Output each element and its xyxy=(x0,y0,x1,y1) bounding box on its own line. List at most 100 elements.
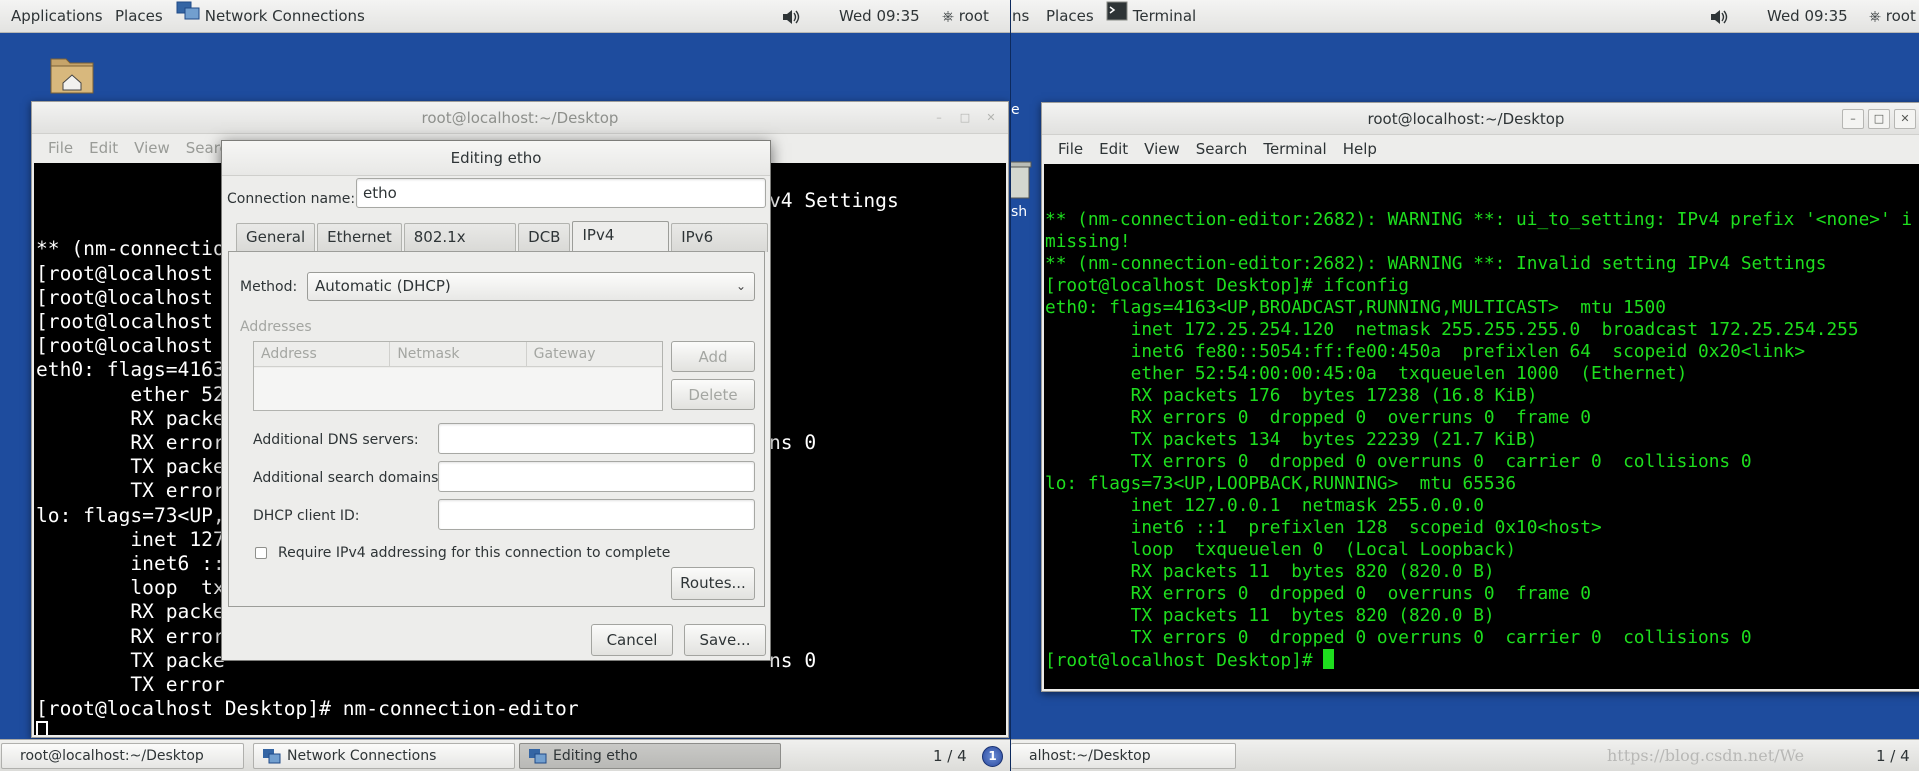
terminal-left-fragment: ns 0 xyxy=(769,431,817,454)
active-window-menu[interactable]: Terminal xyxy=(1106,0,1196,33)
tab-8021x-security[interactable]: 802.1x Security xyxy=(403,223,517,273)
routes-button[interactable]: Routes... xyxy=(671,567,755,600)
watermark-text: https://blog.csdn.net/We xyxy=(1607,746,1805,765)
task-network-connections-label: Network Connections xyxy=(287,748,437,764)
search-domains-input[interactable] xyxy=(438,461,755,492)
cancel-button[interactable]: Cancel xyxy=(591,624,673,656)
task-editing-etho-label: Editing etho xyxy=(553,748,638,764)
applications-menu-fragment[interactable]: ns xyxy=(1012,0,1029,33)
maximize-button[interactable]: □ xyxy=(954,108,976,128)
menu-view[interactable]: View xyxy=(1136,135,1188,164)
menu-edit[interactable]: Edit xyxy=(1091,135,1136,164)
terminal-right-line: TX errors 0 dropped 0 overruns 0 carrier… xyxy=(1045,451,1752,472)
terminal-right-line: missing! xyxy=(1045,231,1131,252)
terminal-right-line: TX errors 0 dropped 0 overruns 0 carrier… xyxy=(1045,627,1752,648)
addresses-label: Addresses xyxy=(240,319,312,335)
user-menu[interactable]: ⎈ root xyxy=(1869,0,1916,33)
pager-icon[interactable]: 1 xyxy=(982,746,1003,767)
addresses-table[interactable]: Address Netmask Gateway xyxy=(253,341,663,411)
menu-edit[interactable]: Edit xyxy=(81,134,126,163)
terminal-title: root@localhost:~/Desktop xyxy=(421,109,619,127)
top-panel-left: Applications Places Network Connections … xyxy=(0,0,1010,33)
ipv4-settings-panel: Method: Automatic (DHCP) ⌄ Addresses Add… xyxy=(228,251,765,607)
save-button[interactable]: Save... xyxy=(684,624,766,656)
terminal-cursor xyxy=(36,721,48,735)
menu-help[interactable]: Help xyxy=(1335,135,1385,164)
task-editing-etho[interactable]: Editing etho xyxy=(519,743,781,769)
tab-ethernet[interactable]: Ethernet xyxy=(317,223,402,252)
menu-file[interactable]: File xyxy=(40,134,81,163)
require-ipv4-checkbox[interactable] xyxy=(255,547,267,559)
workspace-pager[interactable]: 1 / 4 xyxy=(933,740,967,771)
connection-name-label: Connection name: xyxy=(227,191,356,207)
require-ipv4-label[interactable]: Require IPv4 addressing for this connect… xyxy=(278,539,670,567)
user-menu[interactable]: ⎈ root xyxy=(942,0,989,33)
tab-ipv6-settings[interactable]: IPv6 Settings xyxy=(671,223,768,273)
workspace-pager[interactable]: 1 / 4 xyxy=(1876,740,1910,771)
column-address[interactable]: Address xyxy=(254,342,391,367)
terminal-titlebar[interactable]: root@localhost:~/Desktop – □ ✕ xyxy=(32,102,1008,134)
active-window-title: Network Connections xyxy=(204,7,365,25)
menu-file[interactable]: File xyxy=(1050,135,1091,164)
top-panel-right: ns Places Terminal Wed 09:35 ⎈ root xyxy=(1011,0,1919,33)
tab-dcb[interactable]: DCB xyxy=(518,223,571,252)
terminal-menubar: File Edit View Search Terminal Help xyxy=(1042,135,1919,164)
terminal-titlebar[interactable]: root@localhost:~/Desktop – □ ✕ xyxy=(1042,103,1919,135)
connection-name-input[interactable]: etho xyxy=(356,178,766,208)
terminal-right-line: inet 172.25.254.120 netmask 255.255.255.… xyxy=(1045,319,1859,340)
terminal-output-right[interactable]: ** (nm-connection-editor:2682): WARNING … xyxy=(1044,164,1919,689)
task-terminal[interactable]: root@localhost:~/Desktop xyxy=(1,743,244,769)
menu-terminal[interactable]: Terminal xyxy=(1255,135,1334,164)
places-menu[interactable]: Places xyxy=(1046,0,1094,33)
dialog-title[interactable]: Editing etho xyxy=(222,141,770,176)
volume-icon[interactable] xyxy=(782,0,800,33)
delete-address-button[interactable]: Delete xyxy=(671,379,755,410)
tab-general[interactable]: General xyxy=(236,223,316,252)
method-label: Method: xyxy=(240,279,298,295)
terminal-right-line: lo: flags=73<UP,LOOPBACK,RUNNING> mtu 65… xyxy=(1045,473,1517,494)
addresses-table-header: Address Netmask Gateway xyxy=(254,342,662,367)
menu-view[interactable]: View xyxy=(126,134,178,163)
dns-servers-input[interactable] xyxy=(438,423,755,454)
add-address-button[interactable]: Add xyxy=(671,341,755,372)
terminal-right-line: TX packets 134 bytes 22239 (21.7 KiB) xyxy=(1045,429,1538,450)
active-window-menu[interactable]: Network Connections xyxy=(176,0,365,33)
method-dropdown[interactable]: Automatic (DHCP) ⌄ xyxy=(307,272,755,301)
terminal-left-fragment: v4 Settings xyxy=(769,189,899,212)
clock[interactable]: Wed 09:35 xyxy=(839,0,920,33)
editing-connection-dialog: Editing etho Connection name: etho Gener… xyxy=(221,140,771,661)
task-network-connections[interactable]: Network Connections xyxy=(253,743,515,769)
addresses-table-body[interactable] xyxy=(254,368,662,410)
user-name: root xyxy=(1885,7,1916,25)
clock[interactable]: Wed 09:35 xyxy=(1767,0,1848,33)
home-folder-icon[interactable] xyxy=(49,53,95,99)
terminal-window-right: root@localhost:~/Desktop – □ ✕ File Edit… xyxy=(1041,102,1919,692)
trash-icon[interactable] xyxy=(1011,160,1033,204)
column-netmask[interactable]: Netmask xyxy=(390,342,527,367)
terminal-left-line: [root@localhost Desktop]# nm-connection-… xyxy=(36,697,579,721)
taskbar-left: root@localhost:~/Desktop Network Connect… xyxy=(0,739,1010,771)
menu-search[interactable]: Search xyxy=(1188,135,1256,164)
settings-tabs: General Ethernet 802.1x Security DCB IPv… xyxy=(236,221,770,273)
minimize-button[interactable]: – xyxy=(928,108,950,128)
applications-menu[interactable]: Applications xyxy=(11,0,103,33)
terminal-right-line: inet 127.0.0.1 netmask 255.0.0.0 xyxy=(1045,495,1484,516)
terminal-right-line: RX errors 0 dropped 0 overruns 0 frame 0 xyxy=(1045,407,1591,428)
maximize-button[interactable]: □ xyxy=(1868,109,1890,129)
minimize-button[interactable]: – xyxy=(1842,109,1864,129)
dhcp-client-id-input[interactable] xyxy=(438,499,755,530)
task-terminal-fragment[interactable]: alhost:~/Desktop xyxy=(1011,743,1236,769)
shell-prompt: [root@localhost Desktop]# xyxy=(1045,650,1324,671)
close-button[interactable]: ✕ xyxy=(1894,109,1916,129)
terminal-right-line: ether 52:54:00:00:45:0a txqueuelen 1000 … xyxy=(1045,363,1688,384)
tab-ipv4-settings[interactable]: IPv4 Settings xyxy=(572,221,670,271)
places-menu[interactable]: Places xyxy=(115,0,163,33)
column-gateway[interactable]: Gateway xyxy=(527,342,662,367)
close-button[interactable]: ✕ xyxy=(980,108,1002,128)
terminal-right-line: TX packets 11 bytes 820 (820.0 B) xyxy=(1045,605,1495,626)
user-icon: ⎈ xyxy=(1869,7,1882,25)
terminal-right-line: ** (nm-connection-editor:2682): WARNING … xyxy=(1045,209,1913,230)
terminal-right-line: RX packets 11 bytes 820 (820.0 B) xyxy=(1045,561,1495,582)
volume-icon[interactable] xyxy=(1710,0,1728,33)
trash-label-fragment: sh xyxy=(1011,204,1028,220)
